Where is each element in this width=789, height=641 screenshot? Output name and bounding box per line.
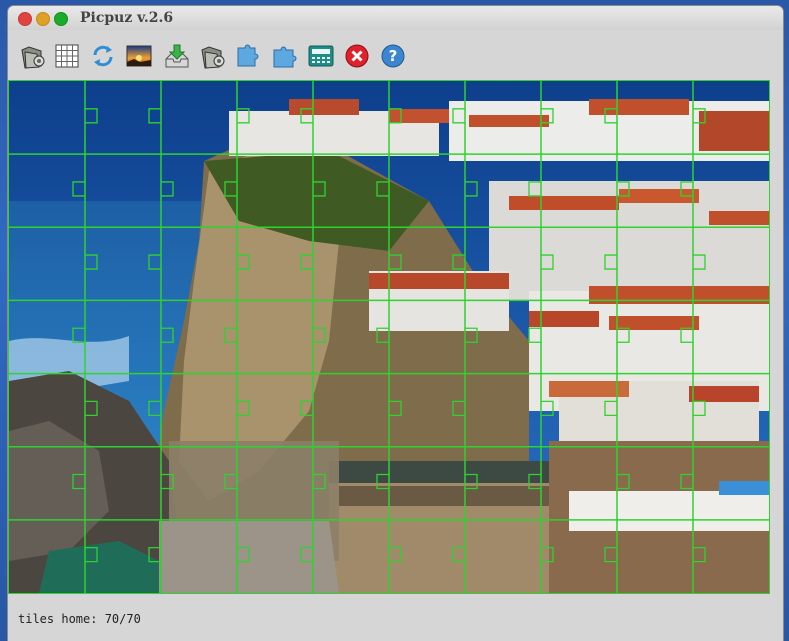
help-icon: ?: [381, 44, 405, 68]
open-image-button[interactable]: [18, 40, 48, 72]
window-title: Picpuz v.2.6: [80, 10, 174, 26]
refresh-icon: [93, 45, 113, 67]
download-button[interactable]: [162, 40, 192, 72]
window-minimize-button[interactable]: [36, 12, 50, 26]
calculator-icon: [308, 45, 334, 67]
app-window: Picpuz v.2.6 ? tiles home: 70/70: [8, 6, 783, 641]
folder-gear-icon: [201, 46, 225, 69]
window-maximize-button[interactable]: [54, 12, 68, 26]
grid-button[interactable]: [52, 40, 82, 72]
picture-button[interactable]: [124, 40, 154, 72]
piece-right-button[interactable]: [270, 40, 300, 72]
quit-button[interactable]: [342, 40, 372, 72]
puzzle-image[interactable]: [9, 81, 769, 593]
grid-icon: [55, 44, 79, 68]
status-bar: tiles home: 70/70: [18, 612, 141, 626]
shuffle-button[interactable]: [88, 40, 118, 72]
title-bar: Picpuz v.2.6: [8, 6, 783, 30]
close-red-icon: [345, 44, 369, 68]
puzzle-piece-icon: [237, 44, 259, 67]
puzzle-piece-icon: [273, 46, 297, 68]
window-close-button[interactable]: [18, 12, 32, 26]
download-tray-icon: [165, 44, 189, 68]
open-puzzle-button[interactable]: [198, 40, 228, 72]
landscape-icon: [126, 45, 152, 67]
folder-gear-icon: [21, 46, 45, 69]
puzzle-board[interactable]: [8, 80, 770, 594]
piece-left-button[interactable]: [234, 40, 264, 72]
help-button[interactable]: ?: [378, 40, 408, 72]
calculator-button[interactable]: [306, 40, 336, 72]
svg-text:?: ?: [389, 47, 398, 65]
toolbar: ?: [8, 40, 783, 74]
